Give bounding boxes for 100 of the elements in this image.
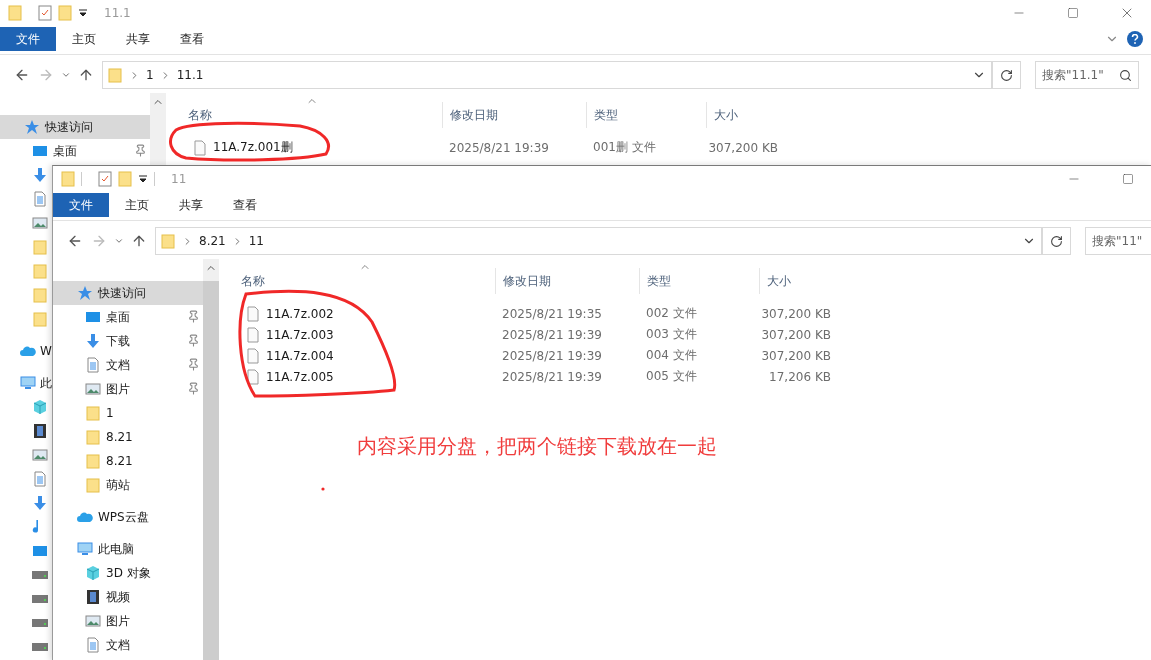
star-icon bbox=[24, 119, 40, 135]
computer-icon bbox=[20, 375, 36, 391]
sidebar-item[interactable]: 文档 bbox=[53, 353, 203, 377]
maximize-icon[interactable] bbox=[1067, 7, 1079, 19]
drive-icon bbox=[32, 619, 48, 627]
pin-icon[interactable] bbox=[187, 358, 200, 371]
ribbon-tab[interactable]: 查看 bbox=[219, 193, 271, 217]
ribbon-tab[interactable]: 查看 bbox=[166, 27, 218, 51]
star-icon bbox=[77, 285, 93, 301]
scrollbar[interactable] bbox=[203, 259, 219, 660]
sidebar-item[interactable]: 图片 bbox=[53, 609, 203, 633]
sidebar-item[interactable]: 快速访问 bbox=[0, 115, 150, 139]
file-menu-button[interactable]: 文件 bbox=[0, 27, 56, 51]
sidebar-item[interactable]: 此 bbox=[0, 371, 52, 395]
column-header[interactable]: 修改日期 bbox=[495, 268, 639, 294]
column-header[interactable]: 类型 bbox=[586, 102, 706, 128]
monitor-icon bbox=[32, 543, 48, 559]
download-icon bbox=[85, 333, 101, 349]
search-field[interactable]: 搜索"11" bbox=[1085, 227, 1151, 255]
checklist-icon[interactable] bbox=[38, 5, 52, 21]
drive-icon bbox=[32, 643, 48, 651]
search-icon[interactable] bbox=[1119, 68, 1132, 82]
picture-icon bbox=[85, 381, 101, 397]
file-icon bbox=[245, 305, 261, 322]
folder-icon bbox=[32, 311, 48, 327]
folder-icon bbox=[85, 477, 101, 493]
folder-icon bbox=[85, 405, 101, 421]
breadcrumb[interactable]: 8.21 bbox=[199, 234, 226, 248]
sidebar-item[interactable]: 图片 bbox=[53, 377, 203, 401]
cube-icon bbox=[32, 399, 48, 415]
file-type: 003 文件 bbox=[646, 326, 697, 343]
column-header[interactable]: 名称 bbox=[219, 268, 495, 294]
monitor-icon bbox=[32, 143, 48, 159]
sidebar-item[interactable]: 8.21 bbox=[53, 425, 203, 449]
folder-icon bbox=[32, 287, 48, 303]
file-icon bbox=[245, 326, 261, 343]
search-field[interactable]: 搜索"11.1" bbox=[1035, 61, 1139, 89]
document-icon bbox=[85, 637, 101, 653]
file-menu-button[interactable]: 文件 bbox=[53, 193, 109, 217]
sidebar-item[interactable]: 视频 bbox=[53, 585, 203, 609]
refresh-icon[interactable] bbox=[1000, 68, 1013, 82]
picture-icon bbox=[32, 215, 48, 231]
file-name[interactable]: 11A.7z.003 bbox=[266, 327, 334, 342]
column-header[interactable]: 类型 bbox=[639, 268, 759, 294]
sidebar-item[interactable]: 桌面 bbox=[0, 139, 150, 163]
breadcrumb[interactable]: 1 bbox=[146, 68, 154, 82]
breadcrumb[interactable]: 11 bbox=[248, 234, 264, 248]
folder-icon bbox=[160, 233, 176, 249]
address-bar[interactable]: 8.21 11 bbox=[155, 227, 1043, 255]
dropdown-icon[interactable] bbox=[78, 8, 88, 18]
sidebar-item[interactable]: 萌站 bbox=[53, 473, 203, 497]
column-header[interactable]: 大小 bbox=[759, 268, 839, 294]
pin-icon[interactable] bbox=[134, 144, 147, 157]
file-name[interactable]: 11A.7z.005 bbox=[266, 369, 334, 384]
monitor-icon bbox=[85, 309, 101, 325]
ribbon-tab[interactable]: 共享 bbox=[165, 193, 217, 217]
sidebar-item[interactable]: 1 bbox=[53, 401, 203, 425]
sidebar-item[interactable]: WPS云盘 bbox=[53, 505, 203, 529]
file-type: 002 文件 bbox=[646, 305, 697, 322]
checklist-icon[interactable] bbox=[98, 171, 112, 187]
sidebar-item[interactable]: 文档 bbox=[53, 633, 203, 657]
document-icon bbox=[32, 191, 48, 207]
ribbon-tab[interactable]: 主页 bbox=[111, 193, 163, 217]
folder-icon bbox=[107, 67, 123, 83]
download-icon bbox=[32, 495, 48, 511]
file-name[interactable]: 11A.7z.001删 bbox=[213, 139, 293, 156]
address-bar[interactable]: 1 11.1 bbox=[102, 61, 993, 89]
scrollbar[interactable] bbox=[150, 93, 166, 165]
refresh-button[interactable] bbox=[993, 61, 1021, 89]
ribbon-tab[interactable]: 主页 bbox=[58, 27, 110, 51]
pin-icon[interactable] bbox=[187, 382, 200, 395]
ribbon-tab[interactable]: 共享 bbox=[112, 27, 164, 51]
sidebar-item[interactable]: 8.21 bbox=[53, 449, 203, 473]
dropdown-icon[interactable] bbox=[138, 174, 148, 184]
breadcrumb[interactable]: 11.1 bbox=[176, 68, 204, 82]
file-type: 004 文件 bbox=[646, 347, 697, 364]
file-name[interactable]: 11A.7z.002 bbox=[266, 306, 334, 321]
sidebar-item[interactable]: 3D 对象 bbox=[53, 561, 203, 585]
refresh-icon[interactable] bbox=[1050, 234, 1063, 248]
refresh-button[interactable] bbox=[1043, 227, 1071, 255]
modified-date: 2025/8/21 19:39 bbox=[502, 348, 602, 363]
window-title: 11 bbox=[171, 172, 188, 186]
column-header[interactable]: 名称 bbox=[166, 102, 442, 128]
file-name[interactable]: 11A.7z.004 bbox=[266, 348, 334, 363]
maximize-icon[interactable] bbox=[1122, 173, 1134, 185]
sidebar-item[interactable]: 此电脑 bbox=[53, 537, 203, 561]
sidebar-item[interactable]: W bbox=[0, 339, 52, 363]
pin-icon[interactable] bbox=[187, 310, 200, 323]
pin-icon[interactable] bbox=[187, 334, 200, 347]
column-header[interactable]: 修改日期 bbox=[442, 102, 586, 128]
sidebar-item[interactable]: 下载 bbox=[53, 329, 203, 353]
picture-icon bbox=[32, 447, 48, 463]
film-icon bbox=[32, 423, 48, 439]
help-button[interactable] bbox=[1127, 31, 1143, 47]
modified-date: 2025/8/21 19:35 bbox=[502, 306, 602, 321]
file-size: 307,200 KB bbox=[761, 348, 831, 363]
drive-icon bbox=[32, 571, 48, 579]
sidebar-item[interactable]: 快速访问 bbox=[53, 281, 203, 305]
sidebar-item[interactable]: 桌面 bbox=[53, 305, 203, 329]
column-header[interactable]: 大小 bbox=[706, 102, 786, 128]
